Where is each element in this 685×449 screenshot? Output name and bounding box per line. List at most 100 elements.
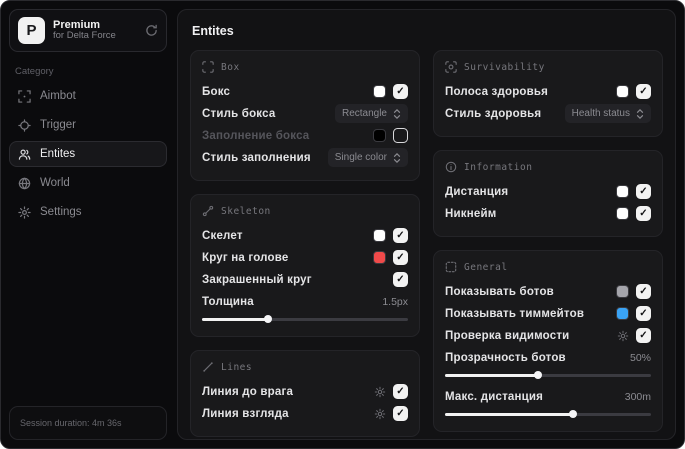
slider-thumb[interactable] [533,371,542,380]
gear-icon[interactable] [617,330,629,342]
setting-row-visibility-check: Проверка видимости [445,326,651,345]
checkbox[interactable] [393,406,408,421]
setting-row-distance: Дистанция [445,182,651,201]
sidebar-item-settings[interactable]: Settings [9,199,167,225]
line-icon [202,361,214,373]
session-duration: Session duration: 4m 36s [9,406,167,440]
color-swatch[interactable] [616,307,629,320]
max-distance-slider[interactable] [445,409,651,419]
box-icon [202,61,214,73]
sidebar: P Premium for Delta Force Category Aimbo… [1,1,175,448]
slider-thumb[interactable] [263,315,272,324]
sidebar-item-trigger[interactable]: Trigger [9,112,167,138]
unfold-icon [393,152,401,163]
app-logo: P [18,17,45,44]
card-title: General [464,261,508,273]
checkbox[interactable] [393,272,408,287]
checkbox[interactable] [636,328,651,343]
target-icon [18,118,31,132]
setting-row-box-style: Стиль бокса Rectangle [202,104,408,123]
information-card: Information Дистанция Никнейм [433,150,663,237]
bone-icon [202,205,214,217]
checkbox[interactable] [636,184,651,199]
premium-card: P Premium for Delta Force [9,9,167,52]
page-title: Entites [192,24,234,38]
gear-icon[interactable] [374,408,386,420]
checkbox[interactable] [636,306,651,321]
health-style-select[interactable]: Health status [564,104,651,123]
setting-row-thickness: Толщина 1.5px [202,295,408,308]
sidebar-item-label: Trigger [40,119,76,131]
slider-value: 300m [624,390,651,403]
setting-row-nickname: Никнейм [445,204,651,223]
setting-row-max-distance: Макс. дистанция 300m [445,390,651,403]
product-subtitle: for Delta Force [53,30,116,42]
left-column: Box Бокс Стиль бокса Rectangle [190,50,420,437]
sidebar-item-label: Entites [40,148,76,160]
color-swatch[interactable] [616,285,629,298]
color-swatch[interactable] [616,85,629,98]
slider-value: 1.5px [382,295,408,308]
gear-icon [18,205,31,219]
bot-opacity-slider[interactable] [445,370,651,380]
checkbox[interactable] [636,84,651,99]
color-swatch[interactable] [616,207,629,220]
color-swatch[interactable] [373,129,386,142]
setting-row-health-bar: Полоса здоровья [445,82,651,101]
scan-icon [445,61,457,73]
setting-row-filled-circle: Закрашенный круг [202,270,408,289]
app-window: P Premium for Delta Force Category Aimbo… [0,0,685,449]
checkbox[interactable] [636,206,651,221]
slider-thumb[interactable] [568,410,577,419]
gear-icon[interactable] [374,386,386,398]
card-title: Information [464,161,533,173]
card-title: Skeleton [221,205,271,217]
setting-row-health-style: Стиль здоровья Health status [445,104,651,123]
setting-row-fill-style: Стиль заполнения Single color [202,148,408,167]
info-icon [445,161,457,173]
checkbox[interactable] [393,228,408,243]
card-title: Lines [221,361,253,373]
setting-row-bot-opacity: Прозрачность ботов 50% [445,351,651,364]
sidebar-item-aimbot[interactable]: Aimbot [9,83,167,109]
setting-row-enemy-line: Линия до врага [202,382,408,401]
box-style-select[interactable]: Rectangle [334,104,408,123]
users-icon [18,148,31,161]
color-swatch[interactable] [373,229,386,242]
thickness-slider[interactable] [202,314,408,324]
category-label: Category [15,66,54,77]
slider-value: 50% [629,351,651,364]
checkbox[interactable] [393,384,408,399]
setting-row-skeleton: Скелет [202,226,408,245]
right-column: Survivability Полоса здоровья Стиль здор… [433,50,663,432]
crosshair-icon [18,89,31,103]
color-swatch[interactable] [373,251,386,264]
setting-row-show-teammates: Показывать тиммейтов [445,304,651,323]
sync-icon[interactable] [145,24,158,37]
general-card: General Показывать ботов Показывать тимм… [433,250,663,432]
sidebar-item-entities[interactable]: Entites [9,141,167,167]
skeleton-card: Skeleton Скелет Круг на голове [190,194,420,337]
color-swatch[interactable] [373,85,386,98]
main-panel: Entites Box Бокс ✓ Стиль бокса Rectangle… [177,9,676,440]
card-title: Box [221,61,240,73]
checkbox[interactable] [393,128,408,143]
checkbox[interactable] [393,84,408,99]
box-card: Box Бокс Стиль бокса Rectangle [190,50,420,181]
setting-row-box-fill: Заполнение бокса [202,126,408,145]
fill-style-select[interactable]: Single color [327,148,408,167]
globe-icon [18,177,31,190]
checkbox[interactable] [393,250,408,265]
sidebar-item-label: Aimbot [40,90,76,102]
setting-row-show-bots: Показывать ботов [445,282,651,301]
card-title: Survivability [464,61,545,73]
unfold-icon [636,108,644,119]
sidebar-item-world[interactable]: World [9,170,167,196]
survivability-card: Survivability Полоса здоровья Стиль здор… [433,50,663,137]
lines-card: Lines Линия до врага Линия взгляда [190,350,420,437]
unfold-icon [393,108,401,119]
color-swatch[interactable] [616,185,629,198]
setting-row-view-line: Линия взгляда [202,404,408,423]
grid-icon [445,261,457,273]
checkbox[interactable] [636,284,651,299]
